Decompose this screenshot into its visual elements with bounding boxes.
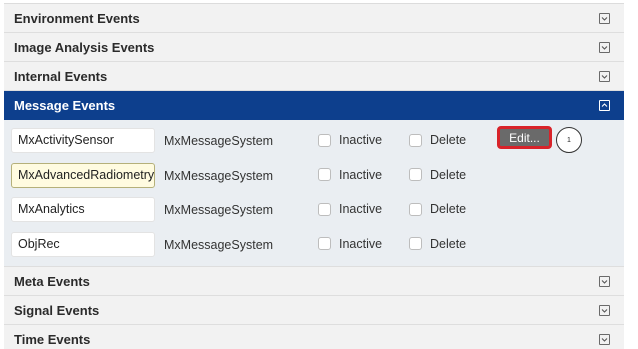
section-meta-events[interactable]: Meta Events <box>4 267 624 296</box>
checkbox-box[interactable] <box>318 202 331 216</box>
event-row: MxAdvancedRadiometry MxMessageSystem Ina… <box>4 159 624 194</box>
checkbox-box[interactable] <box>409 202 422 216</box>
delete-checkbox[interactable]: Delete <box>409 237 466 251</box>
event-system-label: MxMessageSystem <box>164 237 274 252</box>
event-name-input[interactable]: MxActivitySensor <box>11 128 155 153</box>
chevron-down-icon[interactable] <box>599 334 610 345</box>
section-title: Time Events <box>14 331 91 347</box>
callout-badge: 1 <box>556 127 582 153</box>
section-title: Internal Events <box>14 68 108 84</box>
inactive-label: Inactive <box>339 202 383 216</box>
checkbox-box[interactable] <box>318 237 331 250</box>
section-title: Signal Events <box>14 302 100 318</box>
event-name-input[interactable]: MxAdvancedRadiometry <box>11 162 155 188</box>
edit-button[interactable]: Edit... <box>497 126 552 149</box>
delete-label: Delete <box>430 167 467 182</box>
section-title: Message Events <box>14 97 116 113</box>
inactive-checkbox[interactable]: Inactive <box>318 168 382 182</box>
checkbox-box[interactable] <box>318 168 331 181</box>
chevron-down-icon[interactable] <box>599 305 610 316</box>
checkbox-box[interactable] <box>409 237 422 250</box>
section-title: Image Analysis Events <box>14 39 155 55</box>
event-name-input[interactable]: MxAnalytics <box>11 197 155 222</box>
section-title: Meta Events <box>14 273 90 289</box>
section-internal-events[interactable]: Internal Events <box>4 62 624 91</box>
inactive-checkbox[interactable]: Inactive <box>318 202 382 216</box>
inactive-checkbox[interactable]: Inactive <box>318 133 382 147</box>
chevron-down-icon[interactable] <box>599 71 610 82</box>
section-message-events[interactable]: Message Events <box>4 91 624 120</box>
inactive-label: Inactive <box>339 167 383 182</box>
section-time-events[interactable]: Time Events <box>4 325 624 349</box>
event-sections-panel: Environment Events Image Analysis Events… <box>4 3 624 349</box>
chevron-up-icon[interactable] <box>599 100 610 111</box>
inactive-label: Inactive <box>339 133 383 147</box>
event-row: ObjRec MxMessageSystem Inactive Delete <box>4 228 624 263</box>
chevron-down-icon[interactable] <box>599 42 610 53</box>
delete-label: Delete <box>430 202 467 216</box>
checkbox-box[interactable] <box>318 133 331 147</box>
section-environment-events[interactable]: Environment Events <box>4 4 624 33</box>
delete-label: Delete <box>430 133 467 147</box>
section-title: Environment Events <box>14 10 140 26</box>
event-system-label: MxMessageSystem <box>164 203 274 217</box>
delete-label: Delete <box>430 236 467 251</box>
checkbox-box[interactable] <box>409 133 422 147</box>
event-row: MxActivitySensor MxMessageSystem Inactiv… <box>4 124 624 159</box>
chevron-down-icon[interactable] <box>599 13 610 24</box>
delete-checkbox[interactable]: Delete <box>409 202 466 216</box>
section-signal-events[interactable]: Signal Events <box>4 296 624 325</box>
event-system-label: MxMessageSystem <box>164 134 274 148</box>
inactive-checkbox[interactable]: Inactive <box>318 237 382 251</box>
event-system-label: MxMessageSystem <box>164 168 274 183</box>
inactive-label: Inactive <box>339 236 383 251</box>
chevron-down-icon[interactable] <box>599 276 610 287</box>
section-image-analysis-events[interactable]: Image Analysis Events <box>4 33 624 62</box>
checkbox-box[interactable] <box>409 168 422 181</box>
message-events-body: MxActivitySensor MxMessageSystem Inactiv… <box>4 120 624 267</box>
event-row: MxAnalytics MxMessageSystem Inactive Del… <box>4 193 624 228</box>
delete-checkbox[interactable]: Delete <box>409 168 466 182</box>
delete-checkbox[interactable]: Delete <box>409 133 466 147</box>
event-name-input[interactable]: ObjRec <box>11 231 155 257</box>
